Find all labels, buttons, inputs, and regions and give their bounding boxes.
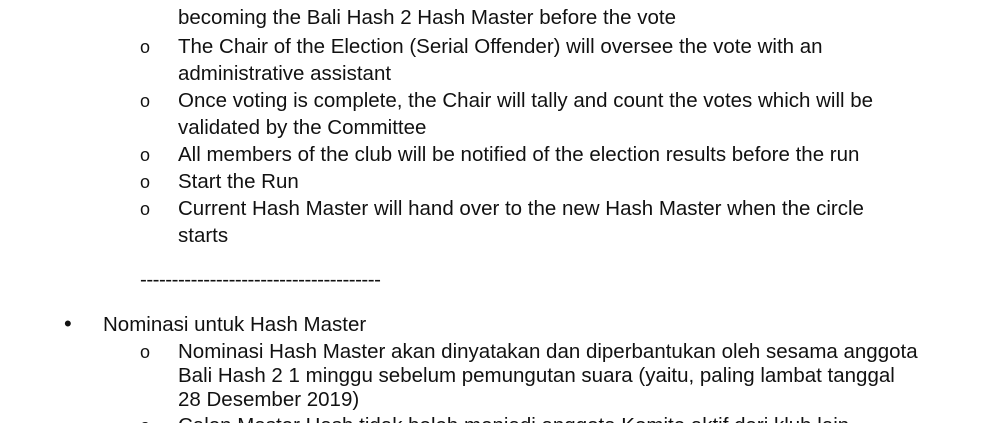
sub-bullet-icon: o — [140, 199, 151, 219]
section-heading: Nominasi untuk Hash Master — [103, 313, 367, 336]
divider-line: -------------------------------------- — [140, 268, 381, 291]
sub-bullet-icon: o — [140, 145, 151, 165]
list-item-text: Bali Hash 2 1 minggu sebelum pemungutan … — [178, 364, 895, 387]
list-item-text: administrative assistant — [178, 62, 392, 85]
list-item-text: Calon Master Hash tidak boleh menjadi an… — [178, 412, 849, 423]
list-item-text: Start the Run — [178, 170, 299, 193]
list-item-text: Nominasi Hash Master akan dinyatakan dan… — [178, 340, 918, 363]
sub-bullet-icon: o — [140, 342, 151, 362]
sub-bullet-icon: o — [140, 413, 154, 423]
sub-bullet-icon: o — [140, 91, 151, 111]
list-item-text: The Chair of the Election (Serial Offend… — [178, 35, 823, 58]
list-item-text: becoming the Bali Hash 2 Hash Master bef… — [178, 6, 676, 29]
list-item-text: Current Hash Master will hand over to th… — [178, 197, 864, 220]
sub-bullet-icon: o — [140, 172, 151, 192]
list-item-text: 28 Desember 2019) — [178, 388, 360, 411]
list-item-text: All members of the club will be notified… — [178, 143, 860, 166]
sub-bullet-icon: o — [140, 37, 151, 57]
bullet-icon: • — [64, 311, 72, 336]
list-item-text: Once voting is complete, the Chair will … — [178, 89, 874, 112]
list-item-text: starts — [178, 224, 229, 247]
list-item-text: validated by the Committee — [178, 116, 427, 139]
